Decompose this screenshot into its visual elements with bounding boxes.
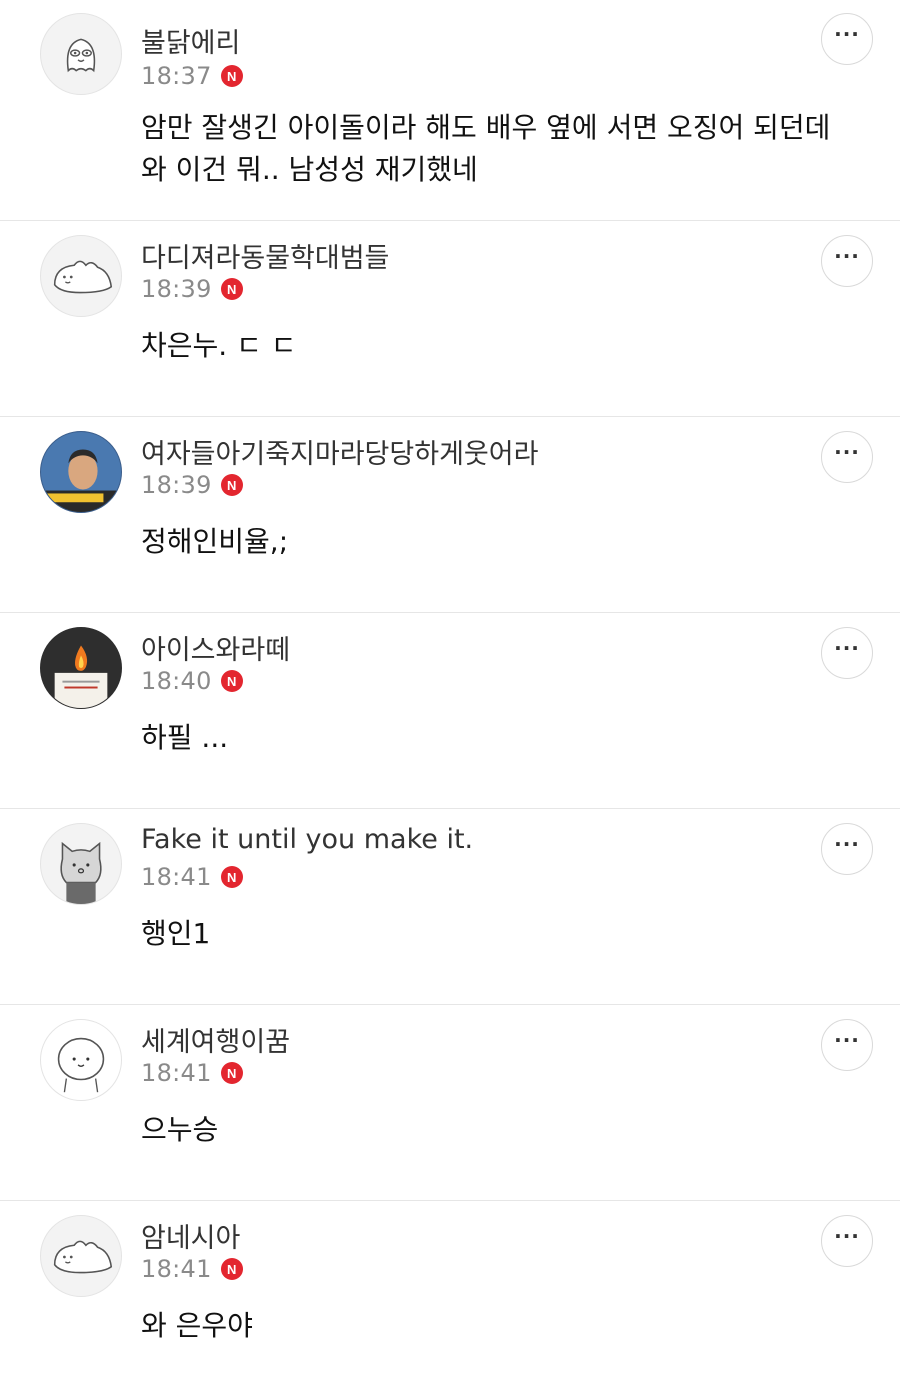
dinosaur-character-icon xyxy=(53,260,113,294)
avatar[interactable] xyxy=(40,1019,122,1101)
nickname[interactable]: 암네시아 xyxy=(141,1216,240,1255)
comment-list: 불닭에리 18:37 N 암만 잘생긴 아이돌이라 해도 배우 옆에 서면 오징… xyxy=(0,0,900,1397)
timestamp: 18:37 xyxy=(141,62,212,90)
timestamp: 18:41 xyxy=(141,1059,212,1087)
person-photo-icon xyxy=(41,432,121,512)
comment-text: 하필 ... xyxy=(141,721,229,754)
avatar[interactable] xyxy=(40,823,122,905)
comment-text: 으누승 xyxy=(141,1113,219,1146)
comment-meta: 18:39 N xyxy=(141,471,243,499)
comment-meta: 18:37 N xyxy=(141,62,243,90)
comment-meta: 18:41 N xyxy=(141,1255,243,1283)
ghost-character-icon xyxy=(66,38,96,73)
new-badge-icon: N xyxy=(220,670,243,692)
candle-photo-icon xyxy=(41,628,121,708)
avatar[interactable] xyxy=(40,431,122,513)
more-options-button[interactable]: ··· xyxy=(821,235,873,287)
comment-line: 암만 잘생긴 아이돌이라 해도 배우 옆에 서면 오징어 되던데 xyxy=(141,111,831,144)
dinosaur-character-icon xyxy=(53,1240,113,1274)
comment-text: 와 은우야 xyxy=(141,1309,253,1342)
more-options-button[interactable]: ··· xyxy=(821,627,873,679)
round-character-icon xyxy=(57,1037,105,1093)
new-badge-icon: N xyxy=(220,474,243,496)
new-badge-icon: N xyxy=(220,1062,243,1084)
comment-meta: 18:39 N xyxy=(141,275,243,303)
more-options-button[interactable]: ··· xyxy=(821,13,873,65)
more-options-button[interactable]: ··· xyxy=(821,1215,873,1267)
nickname[interactable]: 세계여행이꿈 xyxy=(141,1020,290,1059)
comment-text: 차은누. ㄷ ㄷ xyxy=(141,329,297,362)
comment-line: 와 이건 뭐.. 남성성 재기했네 xyxy=(141,153,478,186)
comment-meta: 18:40 N xyxy=(141,667,243,695)
comment-text: 행인1 xyxy=(141,917,211,950)
nickname[interactable]: 아이스와라떼 xyxy=(141,628,290,667)
timestamp: 18:40 xyxy=(141,667,212,695)
comment-item: 여자들아기죽지마라당당하게웃어라 18:39 N 정해인비율,; ··· xyxy=(0,417,900,613)
comment-item: 아이스와라떼 18:40 N 하필 ... ··· xyxy=(0,613,900,809)
avatar[interactable] xyxy=(40,627,122,709)
comment-text: 정해인비율,; xyxy=(141,525,289,558)
comment-item: Fake it until you make it. 18:41 N 행인1 ·… xyxy=(0,809,900,1005)
comment-item: 다디져라동물학대범들 18:39 N 차은누. ㄷ ㄷ ··· xyxy=(0,221,900,417)
comment-item: 암네시아 18:41 N 와 은우야 ··· xyxy=(0,1201,900,1397)
comment-item: 불닭에리 18:37 N 암만 잘생긴 아이돌이라 해도 배우 옆에 서면 오징… xyxy=(0,0,900,221)
timestamp: 18:41 xyxy=(141,863,212,891)
timestamp: 18:39 xyxy=(141,275,212,303)
nickname[interactable]: 여자들아기죽지마라당당하게웃어라 xyxy=(141,432,538,471)
comment-item: 세계여행이꿈 18:41 N 으누승 ··· xyxy=(0,1005,900,1201)
more-options-button[interactable]: ··· xyxy=(821,823,873,875)
more-options-button[interactable]: ··· xyxy=(821,1019,873,1071)
more-options-button[interactable]: ··· xyxy=(821,431,873,483)
new-badge-icon: N xyxy=(220,65,243,87)
nickname[interactable]: 다디져라동물학대범들 xyxy=(141,236,389,275)
comment-text: 암만 잘생긴 아이돌이라 해도 배우 옆에 서면 오징어 되던데 와 이건 뭐.… xyxy=(141,107,876,191)
new-badge-icon: N xyxy=(220,278,243,300)
cat-character-icon xyxy=(60,841,102,904)
timestamp: 18:41 xyxy=(141,1255,212,1283)
avatar[interactable] xyxy=(40,13,122,95)
nickname[interactable]: Fake it until you make it. xyxy=(141,824,473,855)
comment-meta: 18:41 N xyxy=(141,863,243,891)
avatar[interactable] xyxy=(40,1215,122,1297)
new-badge-icon: N xyxy=(220,866,243,888)
nickname[interactable]: 불닭에리 xyxy=(141,21,240,60)
timestamp: 18:39 xyxy=(141,471,212,499)
comment-meta: 18:41 N xyxy=(141,1059,243,1087)
avatar[interactable] xyxy=(40,235,122,317)
new-badge-icon: N xyxy=(220,1258,243,1280)
